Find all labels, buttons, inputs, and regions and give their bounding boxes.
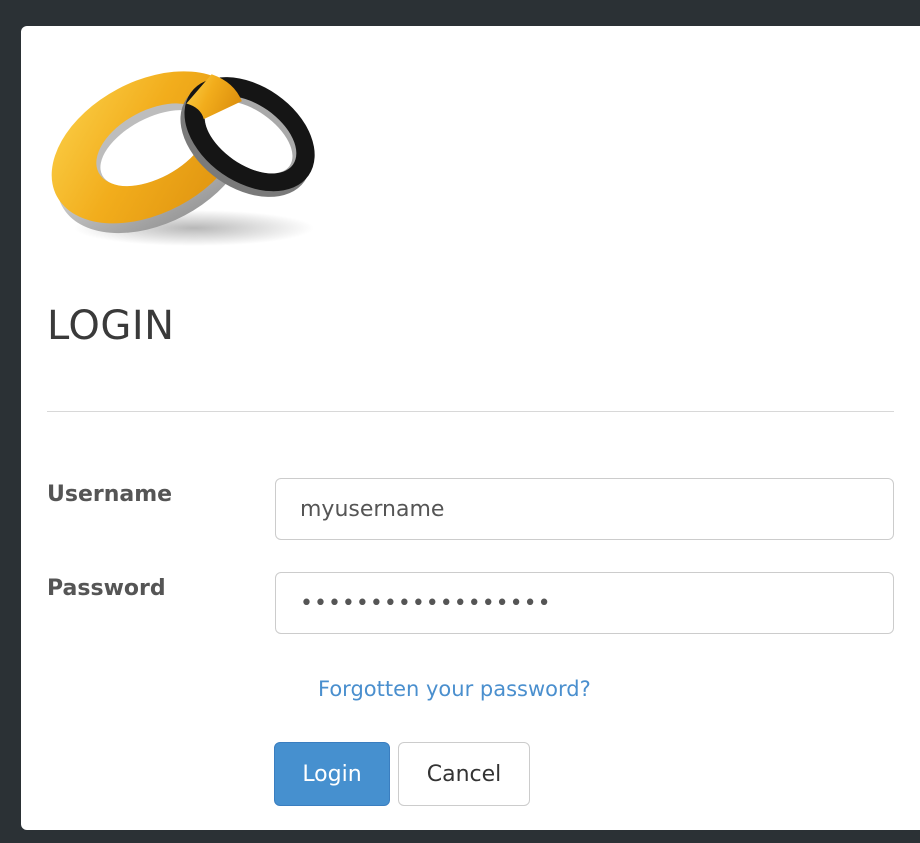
page-title: LOGIN	[47, 303, 175, 349]
username-label: Username	[47, 482, 173, 507]
login-panel: LOGIN Username Password Forgotten your p…	[21, 26, 920, 830]
password-input[interactable]	[275, 572, 894, 634]
login-button[interactable]: Login	[274, 742, 390, 806]
logo-icon	[51, 71, 315, 246]
cancel-button[interactable]: Cancel	[398, 742, 530, 806]
username-input[interactable]	[275, 478, 894, 540]
divider	[47, 411, 894, 412]
forgot-password-link[interactable]: Forgotten your password?	[318, 674, 591, 704]
password-label: Password	[47, 576, 166, 601]
